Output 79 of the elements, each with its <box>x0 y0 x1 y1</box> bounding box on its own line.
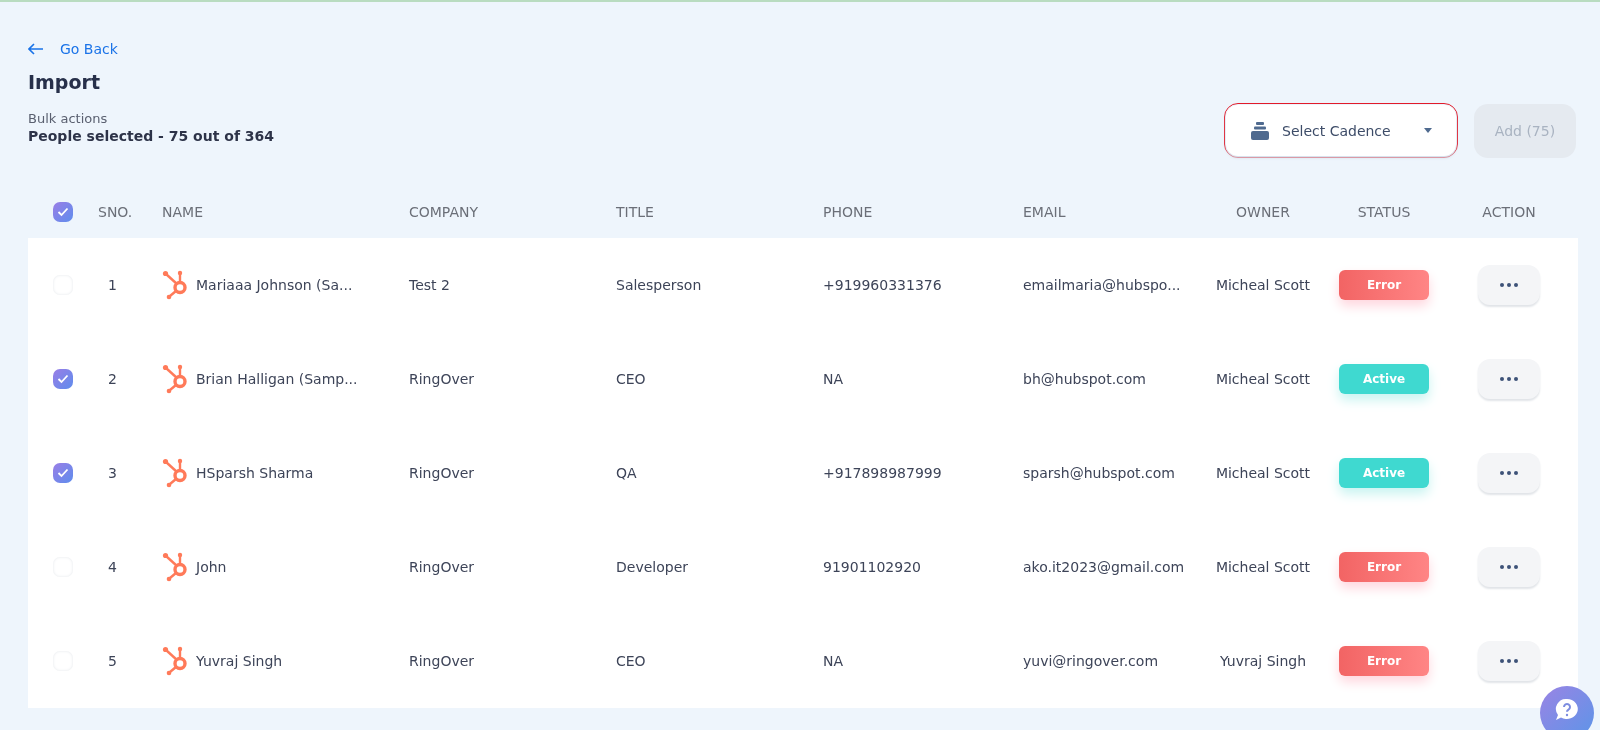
status-badge: Active <box>1339 458 1429 488</box>
serial-number: 2 <box>108 371 117 387</box>
owner-cell: Micheal Scott <box>1215 277 1311 293</box>
phone-cell: +919960331376 <box>823 277 942 293</box>
column-header: OWNER <box>1235 204 1291 220</box>
title-cell: Developer <box>616 559 688 575</box>
sprocket-icon <box>162 552 190 582</box>
selection-summary: People selected - 75 out of 364 <box>28 128 275 144</box>
more-button[interactable] <box>1478 453 1540 493</box>
more-button[interactable] <box>1478 547 1540 587</box>
company-cell: Test 2 <box>409 277 450 293</box>
phone-cell: +917898987999 <box>823 465 942 481</box>
phone-cell: NA <box>823 371 844 387</box>
column-header: TITLE <box>616 204 655 220</box>
check-icon <box>57 374 69 384</box>
more-button[interactable] <box>1478 641 1540 681</box>
arrow-left-icon <box>28 43 44 55</box>
go-back-link[interactable]: Go Back <box>28 41 118 57</box>
contact-name: John <box>196 559 227 575</box>
phone-cell: NA <box>823 653 844 669</box>
column-header: STATUS <box>1356 204 1412 220</box>
ellipsis-icon <box>1500 283 1518 287</box>
column-header: ACTION <box>1481 204 1537 220</box>
column-header: PHONE <box>823 204 874 220</box>
stack-icon <box>1250 121 1270 140</box>
title-cell: Salesperson <box>616 277 702 293</box>
column-header: NAME <box>162 204 204 220</box>
row-checkbox[interactable] <box>53 369 73 389</box>
page-title: Import <box>28 71 101 93</box>
row-checkbox[interactable] <box>53 463 73 483</box>
owner-cell: Micheal Scott <box>1215 465 1311 481</box>
email-cell: sparsh@hubspot.com <box>1023 465 1175 481</box>
caret-down-icon <box>1424 128 1432 133</box>
ellipsis-icon <box>1500 471 1518 475</box>
serial-number: 5 <box>108 653 117 669</box>
sprocket-icon <box>162 364 190 394</box>
company-cell: RingOver <box>409 653 475 669</box>
select-all-checkbox[interactable] <box>53 202 73 222</box>
email-cell: bh@hubspot.com <box>1023 371 1146 387</box>
column-header: COMPANY <box>409 204 480 220</box>
contact-name: HSparsh Sharma <box>196 465 314 481</box>
serial-number: 1 <box>108 277 117 293</box>
status-badge: Error <box>1339 552 1429 582</box>
email-cell: emailmaria@hubspo... <box>1023 277 1181 293</box>
sprocket-icon <box>162 646 190 676</box>
check-icon <box>57 468 69 478</box>
contact-name: Mariaaa Johnson (Sa... <box>196 277 353 293</box>
sprocket-icon <box>162 270 190 300</box>
title-cell: CEO <box>616 653 646 669</box>
contact-name: Yuvraj Singh <box>196 653 283 669</box>
phone-cell: 91901102920 <box>823 559 921 575</box>
title-cell: QA <box>616 465 637 481</box>
company-cell: RingOver <box>409 559 475 575</box>
email-cell: ako.it2023@gmail.com <box>1023 559 1185 575</box>
column-header: EMAIL <box>1023 204 1067 220</box>
column-header: SNO. <box>98 204 134 220</box>
sprocket-icon <box>162 458 190 488</box>
owner-cell: Micheal Scott <box>1215 559 1311 575</box>
ellipsis-icon <box>1500 377 1518 381</box>
company-cell: RingOver <box>409 371 475 387</box>
title-cell: CEO <box>616 371 646 387</box>
owner-cell: Micheal Scott <box>1215 371 1311 387</box>
serial-number: 4 <box>108 559 117 575</box>
owner-cell: Yuvraj Singh <box>1219 653 1307 669</box>
check-icon <box>57 207 69 217</box>
ellipsis-icon <box>1500 659 1518 663</box>
serial-number: 3 <box>108 465 117 481</box>
bulk-actions-label: Bulk actions <box>28 111 109 126</box>
email-cell: yuvi@ringover.com <box>1023 653 1159 669</box>
cadence-dropdown[interactable]: Select Cadence <box>1226 105 1456 156</box>
more-button[interactable] <box>1478 359 1540 399</box>
status-badge: Error <box>1339 270 1429 300</box>
status-badge: Active <box>1339 364 1429 394</box>
contact-name: Brian Halligan (Samp... <box>196 371 358 387</box>
help-chat-button[interactable] <box>1540 686 1594 730</box>
company-cell: RingOver <box>409 465 475 481</box>
more-button[interactable] <box>1478 265 1540 305</box>
status-badge: Error <box>1339 646 1429 676</box>
ellipsis-icon <box>1500 565 1518 569</box>
